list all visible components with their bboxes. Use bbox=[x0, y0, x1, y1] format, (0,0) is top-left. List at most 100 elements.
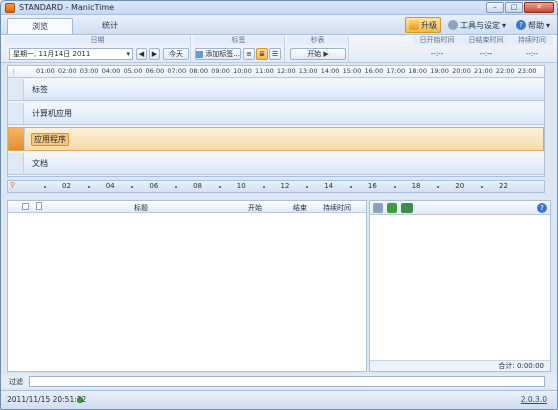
duration-group: 持续时间 --:-- bbox=[511, 36, 553, 62]
col-title[interactable]: 标题 bbox=[134, 203, 148, 213]
ribbon-toolbar: 日期 星期一, 11月14日 2011 ▾ ◀ ▶ 今天 标签 添加标签... … bbox=[1, 35, 557, 63]
minimize-button[interactable]: – bbox=[486, 2, 504, 13]
duration-label: 持续时间 bbox=[511, 36, 553, 45]
ruler-hour-label: 23:00 bbox=[517, 67, 537, 75]
nav-tick bbox=[437, 186, 440, 188]
window-title: STANDARD - ManicTime bbox=[19, 3, 115, 12]
row-header bbox=[8, 103, 24, 124]
nav-hour-label: 20 bbox=[455, 182, 465, 190]
timeline[interactable]: ⋮ 01:00 02:00 03:00 04:00 05:00 06:00 07:00 08:… bbox=[7, 65, 545, 177]
nav-tick bbox=[218, 186, 221, 188]
prev-day-button[interactable]: ◀ bbox=[136, 48, 147, 60]
ruler-hour-label: 08:00 bbox=[189, 67, 209, 75]
stopwatch-group-header: 秒表 bbox=[287, 36, 348, 45]
nav-hour-label: 04 bbox=[105, 182, 115, 190]
nav-hour-label: 08 bbox=[193, 182, 203, 190]
nav-hour-label: 18 bbox=[411, 182, 421, 190]
timeline-row-computer-usage[interactable]: 计算机应用 bbox=[8, 103, 544, 125]
key-icon bbox=[408, 20, 419, 30]
ruler-hour-label: 17:00 bbox=[386, 67, 406, 75]
add-tag-button[interactable]: 添加标签... bbox=[195, 48, 241, 60]
upgrade-button[interactable]: 升级 bbox=[404, 17, 441, 33]
filter-input[interactable] bbox=[29, 376, 545, 387]
ruler-hour-label: 05:00 bbox=[123, 67, 143, 75]
timeline-row-tags[interactable]: 标签 bbox=[8, 79, 544, 101]
ruler-hour-label: 11:00 bbox=[255, 67, 274, 75]
ruler-hour-label: 16:00 bbox=[364, 67, 384, 75]
ruler-hour-label: 03:00 bbox=[79, 67, 99, 75]
title-bar: STANDARD - ManicTime – □ ✕ bbox=[1, 1, 557, 15]
timeline-row-documents[interactable]: 文档 bbox=[8, 153, 544, 175]
nav-tick bbox=[393, 186, 396, 188]
refresh-icon[interactable] bbox=[387, 203, 397, 213]
nav-tick bbox=[262, 186, 265, 188]
col-duration[interactable]: 持续时间 bbox=[323, 203, 351, 213]
date-picker[interactable]: 星期一, 11月14日 2011 ▾ bbox=[9, 48, 133, 60]
col-start[interactable]: 开始 bbox=[248, 203, 262, 213]
ruler-grip-icon: ⋮ bbox=[10, 68, 17, 76]
day-end-group: 日结束时间 --:-- bbox=[462, 36, 510, 62]
tab-browse[interactable]: 浏览 bbox=[7, 18, 73, 34]
main-window: STANDARD - ManicTime – □ ✕ 浏览 统计 升级 工具与设… bbox=[0, 0, 558, 410]
version-link[interactable]: 2.0.3.0 bbox=[521, 395, 547, 404]
nav-tick bbox=[44, 186, 46, 188]
help-icon[interactable]: ? bbox=[537, 203, 547, 213]
status-indicator-icon bbox=[77, 397, 83, 403]
nav-hour-label: 16 bbox=[367, 182, 377, 190]
zoom-icon[interactable]: ⚲ bbox=[10, 181, 15, 189]
col-end[interactable]: 结束 bbox=[293, 203, 307, 213]
select-all-checkbox[interactable] bbox=[22, 203, 29, 210]
ruler-hour-label: 07:00 bbox=[167, 67, 187, 75]
print-icon[interactable] bbox=[373, 203, 383, 213]
ruler-hour-label: 12:00 bbox=[276, 67, 296, 75]
ruler-hour-label: 01:00 bbox=[36, 67, 55, 75]
list-view-button[interactable]: ≡ bbox=[243, 48, 255, 60]
nav-hour-label: 10 bbox=[236, 182, 246, 190]
table-header: 标题 开始 结束 持续时间 bbox=[8, 201, 366, 213]
nav-hour-label: 22 bbox=[499, 182, 508, 190]
timeline-row-applications[interactable]: 应用程序 bbox=[8, 127, 544, 151]
tab-statistics[interactable]: 统计 bbox=[77, 18, 143, 34]
tag-icon bbox=[196, 50, 204, 58]
stopwatch-start-button[interactable]: 开始 ▶ bbox=[290, 48, 346, 60]
detail-view-button[interactable]: ≣ bbox=[256, 48, 268, 60]
ruler-hour-label: 21:00 bbox=[474, 67, 493, 75]
status-datetime: 2011/11/15 20:51:32 bbox=[7, 395, 87, 404]
help-button[interactable]: ? 帮助 ▾ bbox=[513, 17, 553, 33]
gear-icon bbox=[447, 20, 458, 30]
help-icon: ? bbox=[515, 20, 526, 30]
stopwatch-group: 秒表 开始 ▶ bbox=[287, 36, 349, 62]
maximize-button[interactable]: □ bbox=[505, 2, 523, 13]
nav-tick bbox=[481, 186, 483, 188]
row-header bbox=[8, 79, 24, 100]
tools-settings-button[interactable]: 工具与设定 ▾ bbox=[445, 17, 509, 33]
hour-ruler: ⋮ 01:00 02:00 03:00 04:00 05:00 06:00 07:00 08:… bbox=[8, 66, 544, 78]
total-time: 合计: 0:00:00 bbox=[370, 360, 550, 371]
nav-hour-label: 02 bbox=[62, 182, 71, 190]
ruler-hour-label: 20:00 bbox=[452, 67, 471, 75]
ruler-hour-label: 22:00 bbox=[495, 67, 515, 75]
date-value: 星期一, 11月14日 2011 bbox=[13, 50, 91, 58]
today-button[interactable]: 今天 bbox=[163, 48, 189, 60]
document-icon bbox=[36, 202, 42, 210]
list-icon: ≡ bbox=[246, 50, 252, 58]
help-label: 帮助 bbox=[527, 20, 544, 30]
nav-tick bbox=[349, 186, 352, 188]
export-icon[interactable] bbox=[401, 203, 413, 213]
ruler-hour-label: 06:00 bbox=[145, 67, 165, 75]
close-button[interactable]: ✕ bbox=[524, 2, 554, 13]
upgrade-label: 升级 bbox=[420, 20, 437, 30]
day-start-group: 日开始时间 --:-- bbox=[413, 36, 461, 62]
ruler-hour-label: 13:00 bbox=[298, 67, 318, 75]
row-label: 文档 bbox=[32, 159, 48, 168]
ruler-hour-label: 02:00 bbox=[57, 67, 77, 75]
next-day-button[interactable]: ▶ bbox=[149, 48, 160, 60]
row-label: 计算机应用 bbox=[32, 109, 72, 118]
compact-view-button[interactable]: ☰ bbox=[269, 48, 281, 60]
chevron-down-icon: ▾ bbox=[545, 20, 550, 30]
day-navigator[interactable]: ⚲ 02 04 06 08 10 12 14 16 18 20 22 bbox=[7, 180, 545, 193]
nav-hour-label: 06 bbox=[149, 182, 159, 190]
day-start-label: 日开始时间 bbox=[413, 36, 461, 45]
add-tag-label: 添加标签... bbox=[205, 50, 240, 58]
date-group: 日期 星期一, 11月14日 2011 ▾ ◀ ▶ 今天 bbox=[5, 36, 191, 62]
